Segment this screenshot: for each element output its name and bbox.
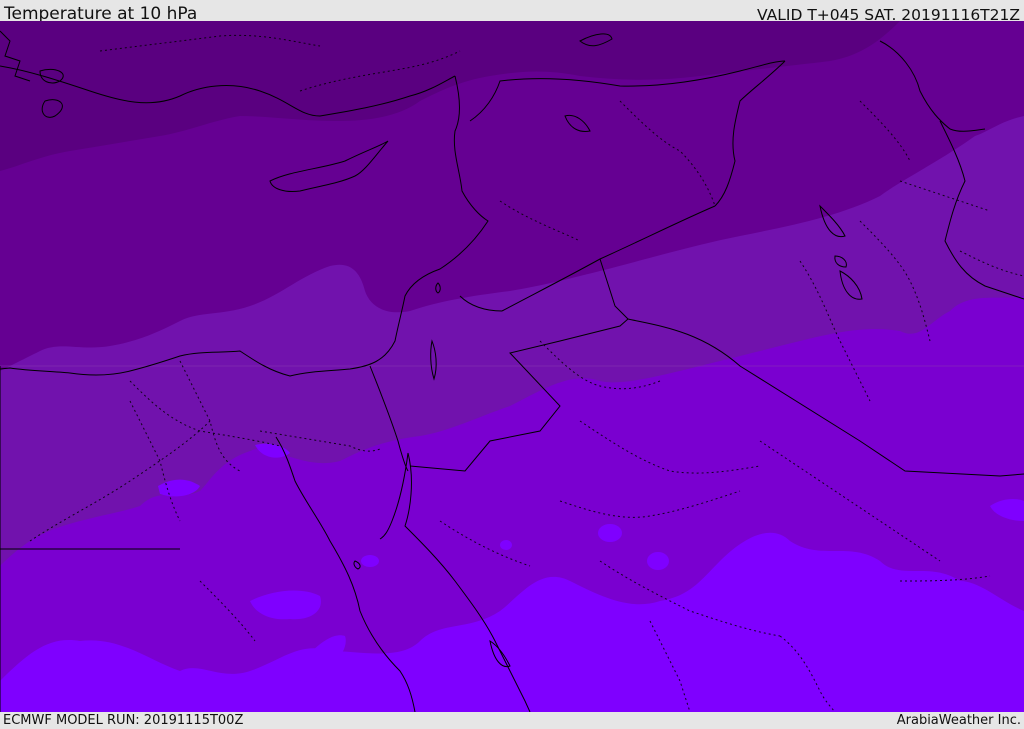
temperature-map[interactable]	[0, 21, 1024, 712]
credit-label: ArabiaWeather Inc.	[896, 713, 1021, 728]
footer-bar: ECMWF MODEL RUN: 20191115T00Z ArabiaWeat…	[0, 712, 1024, 729]
model-run-label: ECMWF MODEL RUN: 20191115T00Z	[3, 713, 244, 728]
blob-3	[361, 555, 379, 567]
blob-2	[647, 552, 669, 570]
blob-4	[500, 540, 512, 550]
header-bar: Temperature at 10 hPa VALID T+045 SAT. 2…	[0, 0, 1024, 24]
blob-1	[598, 524, 622, 542]
